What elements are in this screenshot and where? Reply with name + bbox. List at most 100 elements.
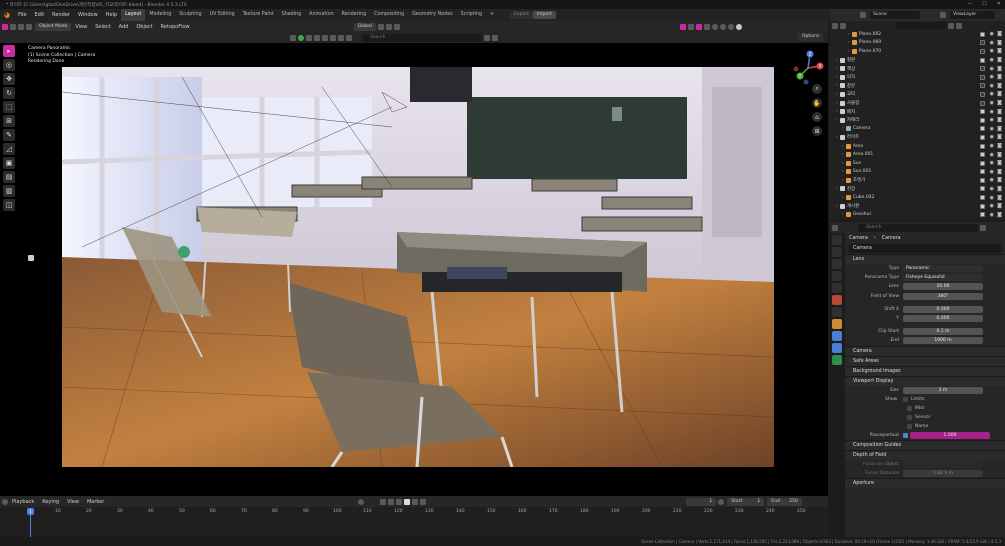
playhead[interactable]: 1 <box>27 508 34 515</box>
workspace-tab-uv-editing[interactable]: UV Editing <box>206 9 239 21</box>
size-field[interactable]: 1 m <box>903 386 983 394</box>
add-cube-tool-icon[interactable]: ▣ <box>3 157 15 169</box>
shading-wireframe-icon[interactable] <box>712 23 719 30</box>
scale-tool-icon[interactable]: ⬚ <box>3 101 15 113</box>
visibility-icon[interactable] <box>680 23 687 30</box>
scene-tab-icon[interactable] <box>832 283 842 293</box>
loop-cut-tool-icon[interactable]: ▥ <box>3 185 15 197</box>
visibility-eye-icon[interactable]: ◉ <box>990 83 994 89</box>
visibility-eye-icon[interactable]: ◉ <box>990 152 994 158</box>
property-dropdown[interactable]: Fisheye Equisolid <box>903 274 983 282</box>
render-camera-icon[interactable]: ◙ <box>997 57 1002 63</box>
viewlayer-name-field[interactable]: ViewLayer <box>950 11 995 19</box>
depth-of-field-panel-header[interactable]: Depth of Field <box>845 449 1005 460</box>
expand-chevron-icon[interactable]: › <box>842 126 844 131</box>
visibility-eye-icon[interactable]: ◉ <box>990 134 994 140</box>
workspace-tab-shading[interactable]: Shading <box>278 9 306 21</box>
expand-chevron-icon[interactable]: › <box>842 144 844 149</box>
exclude-checkbox[interactable] <box>980 31 985 37</box>
camera-datablock-field[interactable]: Camera <box>849 244 1001 253</box>
exclude-checkbox[interactable] <box>980 169 985 175</box>
exclude-checkbox[interactable] <box>980 212 985 218</box>
expand-chevron-icon[interactable]: › <box>842 178 844 183</box>
visibility-eye-icon[interactable]: ◉ <box>990 48 994 54</box>
safe-areas-panel-header[interactable]: Safe Areas <box>845 355 1005 366</box>
properties-editor-icon[interactable] <box>832 224 838 231</box>
close-icon[interactable]: ✕ <box>997 1 1001 7</box>
sensor-checkbox[interactable] <box>907 414 912 420</box>
expand-chevron-icon[interactable]: › <box>842 169 844 174</box>
outliner-row[interactable]: › Plane.069 ◉ ◙ <box>830 39 1005 48</box>
viewlayer-icon[interactable] <box>940 12 946 18</box>
proportional-edit-icon[interactable] <box>394 23 401 30</box>
visibility-eye-icon[interactable]: ◉ <box>990 109 994 115</box>
outliner-row[interactable]: › 칠판 ◉ ◙ <box>830 56 1005 65</box>
lens-panel-header[interactable]: Lens <box>845 254 1005 264</box>
exclude-checkbox[interactable] <box>980 126 985 132</box>
rotate-tool-icon[interactable]: ↻ <box>3 87 15 99</box>
cursor-tool-icon[interactable]: ◎ <box>3 59 15 71</box>
timeline-area[interactable]: 1 10 20 30 40 50 60 70 80 90 100 110 120… <box>0 507 828 537</box>
visibility-eye-icon[interactable]: ◉ <box>990 186 994 192</box>
property-field[interactable]: 0.1 m <box>903 328 983 336</box>
property-field[interactable]: 360° <box>903 292 983 300</box>
visibility-eye-icon[interactable]: ◉ <box>990 203 994 209</box>
exclude-checkbox[interactable] <box>980 91 985 97</box>
export-button[interactable]: Export <box>510 11 533 19</box>
workspace-tab-animation[interactable]: Animation <box>305 9 337 21</box>
visibility-eye-icon[interactable]: ◉ <box>990 100 994 106</box>
exclude-checkbox[interactable] <box>980 203 985 209</box>
scene-icon[interactable] <box>860 12 866 18</box>
exclude-checkbox[interactable] <box>980 48 985 54</box>
expand-chevron-icon[interactable]: › <box>836 83 838 88</box>
outliner-row[interactable]: › Camera ◉ ◙ <box>830 125 1005 134</box>
frame-start-field[interactable]: 1 <box>746 497 765 506</box>
expand-chevron-icon[interactable]: › <box>842 212 844 217</box>
property-field[interactable]: 0.000 <box>903 305 983 313</box>
visibility-eye-icon[interactable]: ◉ <box>990 126 994 132</box>
visibility-eye-icon[interactable]: ◉ <box>990 57 994 63</box>
sensor-row[interactable]: Sensor <box>845 413 1005 422</box>
visibility-eye-icon[interactable]: ◉ <box>990 40 994 46</box>
maximize-icon[interactable]: ☐ <box>982 1 986 7</box>
timeline-menu-marker[interactable]: Marker <box>83 496 108 508</box>
options-dropdown[interactable]: Options <box>798 33 824 41</box>
menu-help[interactable]: Help <box>102 9 121 21</box>
select-mode-icon-2[interactable] <box>18 23 24 30</box>
tool-icon-1[interactable] <box>290 34 296 41</box>
render-camera-icon[interactable]: ◙ <box>997 40 1002 46</box>
constraints-tab-icon[interactable] <box>832 343 842 353</box>
render-camera-icon[interactable]: ◙ <box>997 126 1002 132</box>
focus-object-field[interactable] <box>903 460 983 468</box>
expand-chevron-icon[interactable]: › <box>836 118 838 123</box>
outliner-row[interactable]: › Gesshul ◉ ◙ <box>830 210 1005 219</box>
view-layer-tab-icon[interactable] <box>832 271 842 281</box>
passepartout-checkbox[interactable] <box>903 432 908 438</box>
outliner-row[interactable]: › 게시판 ◉ ◙ <box>830 202 1005 211</box>
visibility-eye-icon[interactable]: ◉ <box>990 31 994 37</box>
filter-icon[interactable] <box>484 34 490 41</box>
render-camera-icon[interactable]: ◙ <box>997 66 1002 72</box>
tool-icon-4[interactable] <box>314 34 320 41</box>
tool-icon-7[interactable] <box>338 34 344 41</box>
output-tab-icon[interactable] <box>832 259 842 269</box>
add-workspace-button[interactable]: + <box>486 9 498 21</box>
outliner-row[interactable]: › 교탁 ◉ ◙ <box>830 90 1005 99</box>
select-tool-icon[interactable]: ▸ <box>3 45 15 57</box>
expand-chevron-icon[interactable]: › <box>836 109 838 114</box>
exclude-checkbox[interactable] <box>980 152 985 158</box>
expand-chevron-icon[interactable]: › <box>842 161 844 166</box>
select-mode-icon[interactable] <box>10 23 16 30</box>
extrude-tool-icon[interactable]: ▤ <box>3 171 15 183</box>
shading-solid-icon[interactable] <box>720 23 727 30</box>
visibility-eye-icon[interactable]: ◉ <box>990 91 994 97</box>
clock-icon[interactable] <box>718 498 725 505</box>
navigation-gizmo[interactable]: X Z Y <box>790 50 826 86</box>
visibility-eye-icon[interactable]: ◉ <box>990 160 994 166</box>
expand-chevron-icon[interactable]: › <box>836 101 838 106</box>
aperture-panel-header[interactable]: Aperture <box>845 478 1005 489</box>
outliner-row[interactable]: › 조명기 ◉ ◙ <box>830 176 1005 185</box>
xray-icon[interactable] <box>704 23 711 30</box>
property-dropdown[interactable]: Panoramic <box>903 265 983 273</box>
visibility-eye-icon[interactable]: ◉ <box>990 195 994 201</box>
